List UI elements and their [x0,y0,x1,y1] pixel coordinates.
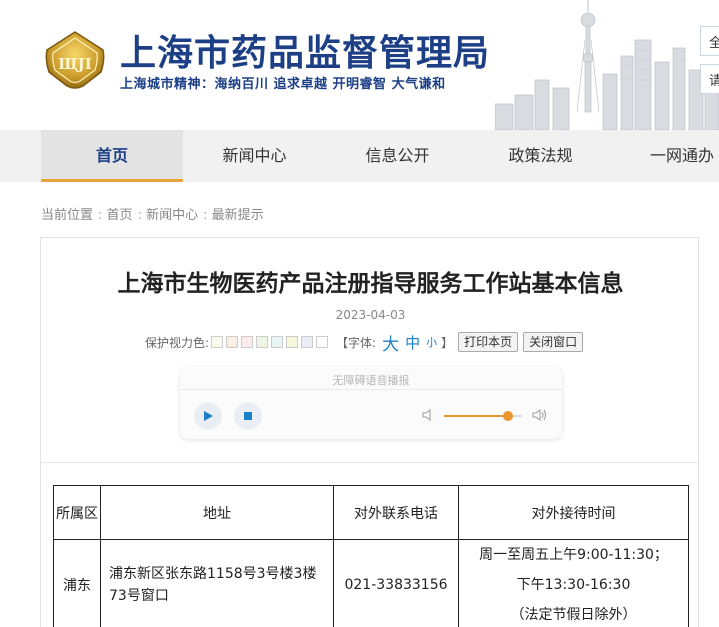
breadcrumb-separator: : [203,208,208,223]
breadcrumb-separator: : [98,208,103,223]
table-cell-address: 浦东新区张东路1158号3号楼3楼73号窗口 [100,539,334,627]
nav-item-services[interactable]: 一网通办 [612,130,719,182]
audio-player: 无障碍语音播报 [180,367,562,439]
stop-icon [244,412,252,420]
nav-item-info[interactable]: 信息公开 [326,130,469,182]
print-button[interactable]: 打印本页 [458,332,519,352]
breadcrumb-item-news[interactable]: 新闻中心 [146,208,198,223]
hours-line: 下午13:30-16:30 [516,577,631,593]
eye-color-swatches [211,336,329,348]
volume-slider-handle[interactable] [502,411,513,421]
page: ЩJI 上海市药品监督管理局 上海城市精神：海纳百川 追求卓越 开明睿智 大气谦… [0,0,719,627]
breadcrumb-item-latest[interactable]: 最新提示 [212,208,264,223]
article-title: 上海市生物医药产品注册指导服务工作站基本信息 [117,271,624,297]
table-header-row: 所属区 地址 对外联系电话 对外接待时间 [53,485,689,540]
site-title: 上海市药品监督管理局 [120,33,491,74]
site-logo[interactable]: ЩJI [43,30,107,90]
content-divider [41,462,700,463]
article-container: 上海市生物医药产品注册指导服务工作站基本信息 2023-04-03 保护视力色:… [40,237,700,627]
eye-color-swatch[interactable] [301,336,314,348]
workstation-info-table: 所属区 地址 对外联系电话 对外接待时间 浦东 浦东新区张东路1158号3号楼3… [53,485,689,627]
table-row: 浦东 浦东新区张东路1158号3号楼3楼73号窗口 021-33833156 周… [53,539,689,627]
font-size-small[interactable]: 小 [426,334,437,350]
stop-button[interactable] [234,402,262,430]
audio-player-divider [180,389,562,390]
breadcrumb-separator: : [137,208,142,223]
header-side-button-2[interactable]: 请 [700,64,719,94]
font-size-medium[interactable]: 中 [405,332,420,353]
hours-line: （法定节假日除外） [510,607,637,623]
hours-line: 周一至周五上午9:00-11:30； [479,547,668,563]
table-cell-hours: 周一至周五上午9:00-11:30； 下午13:30-16:30 （法定节假日除… [458,539,689,627]
table-cell-phone: 021-33833156 [333,539,459,627]
breadcrumb-label: 当前位置 [41,208,94,223]
volume-slider-fill [444,415,508,417]
eye-color-swatch[interactable] [226,336,239,348]
volume-high-icon[interactable] [532,407,548,423]
table-cell-district: 浦东 [53,539,101,627]
site-slogan: 上海城市精神：海纳百川 追求卓越 开明睿智 大气谦和 [120,77,446,92]
table-header-district: 所属区 [53,485,101,540]
audio-player-label: 无障碍语音播报 [332,374,410,387]
play-icon [204,411,213,421]
table-header-hours: 对外接待时间 [458,485,689,540]
header-side-button-1[interactable]: 全 [700,26,719,56]
font-size-large[interactable]: 大 [382,330,399,355]
nav-item-policy[interactable]: 政策法规 [469,130,612,182]
eye-color-label: 保护视力色: [145,335,210,350]
main-nav: 首页 新闻中心 信息公开 政策法规 一网通办 [0,130,719,182]
eye-color-swatch[interactable] [286,336,299,348]
font-size-label: 【字体: [336,335,377,350]
table-header-address: 地址 [100,485,334,540]
logo-text: ЩJI [58,55,92,73]
font-size-label-end: 】 [441,335,454,350]
skyline-illustration [495,0,719,130]
nav-item-news[interactable]: 新闻中心 [183,130,326,182]
article-date: 2023-04-03 [335,308,406,322]
close-window-button[interactable]: 关闭窗口 [523,332,584,352]
eye-color-swatch[interactable] [256,336,269,348]
eye-color-swatch[interactable] [271,336,284,348]
eye-color-swatch[interactable] [241,336,254,348]
play-button[interactable] [194,402,222,430]
breadcrumb-item-home[interactable]: 首页 [107,208,133,223]
article-tools: 保护视力色: 【字体: 大 中 小 】 打印本页 关闭窗口 [145,330,584,355]
table-header-phone: 对外联系电话 [333,485,459,540]
nav-item-home[interactable]: 首页 [41,130,183,182]
volume-low-icon[interactable] [422,408,434,422]
site-header: ЩJI 上海市药品监督管理局 上海城市精神：海纳百川 追求卓越 开明睿智 大气谦… [0,0,719,130]
breadcrumb: 当前位置: 首页: 新闻中心: 最新提示 [41,204,264,223]
eye-color-swatch[interactable] [211,336,224,348]
volume-slider[interactable] [444,411,522,421]
eye-color-swatch[interactable] [316,336,329,348]
